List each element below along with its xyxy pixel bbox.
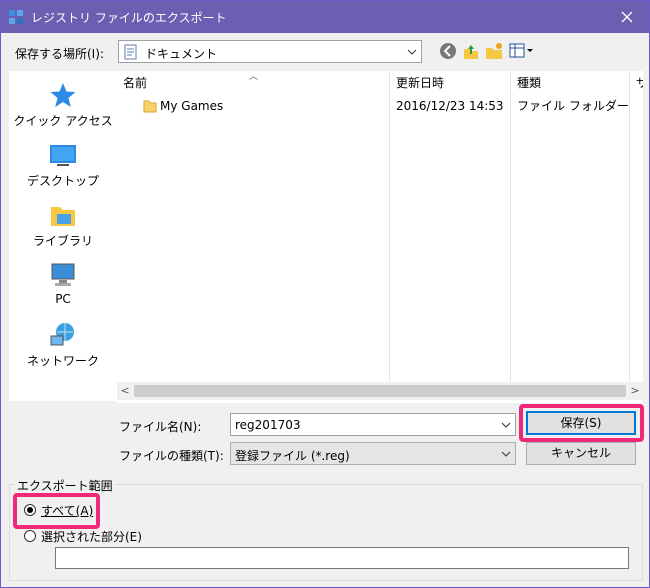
column-divider <box>629 71 630 385</box>
filename-label: ファイル名(N): <box>119 420 202 434</box>
place-quick-access[interactable]: クイック アクセス <box>9 81 117 129</box>
scrollbar-thumb[interactable] <box>134 385 626 397</box>
column-label: 種類 <box>517 76 542 90</box>
column-header-type[interactable]: 種類 <box>511 71 629 95</box>
place-desktop[interactable]: デスクトップ <box>9 141 117 189</box>
back-icon[interactable] <box>438 41 458 61</box>
all-highlight <box>13 493 100 529</box>
place-label: クイック アクセス <box>13 114 113 128</box>
regedit-icon <box>9 10 23 24</box>
filetype-value: 登録ファイル (*.reg) <box>235 449 350 463</box>
column-header-date[interactable]: 更新日時 <box>390 71 510 95</box>
filetype-dropdown[interactable]: 登録ファイル (*.reg) <box>230 442 516 465</box>
view-menu-icon[interactable] <box>508 41 534 61</box>
scroll-right-icon[interactable]: > <box>627 384 643 397</box>
filetype-label: ファイルの種類(T): <box>119 449 224 463</box>
location-label: 保存する場所(I): <box>15 47 104 61</box>
selected-branch-input[interactable] <box>55 547 629 569</box>
column-header-name[interactable]: 名前 <box>117 71 389 95</box>
column-header-size[interactable]: サ <box>630 71 643 95</box>
column-divider <box>510 71 511 385</box>
title-bar: レジストリ ファイルのエクスポート <box>1 1 649 33</box>
cancel-button[interactable]: キャンセル <box>526 442 636 465</box>
close-button[interactable] <box>605 1 649 33</box>
place-library[interactable]: ライブラリ <box>9 201 117 249</box>
star-icon <box>50 83 76 107</box>
export-dialog: レジストリ ファイルのエクスポート 保存する場所(I): ドキュメント クイック… <box>0 0 650 588</box>
save-highlight <box>519 404 644 442</box>
desktop-icon <box>50 145 76 166</box>
pc-icon <box>51 263 75 286</box>
place-label: ネットワーク <box>26 354 99 368</box>
place-pc[interactable]: PC <box>9 261 117 306</box>
chevron-down-icon <box>501 451 511 457</box>
network-icon <box>50 323 74 346</box>
up-folder-icon[interactable] <box>461 41 481 61</box>
window-title: レジストリ ファイルのエクスポート <box>31 11 227 25</box>
radio-selected-label[interactable]: 選択された部分(E) <box>41 528 142 545</box>
column-label: 更新日時 <box>396 76 445 90</box>
column-label: サ <box>636 76 643 90</box>
document-folder-icon <box>124 44 137 60</box>
column-label: 名前 <box>123 76 148 90</box>
scroll-left-icon[interactable]: < <box>117 384 133 397</box>
place-label: デスクトップ <box>26 174 99 188</box>
place-label: PC <box>55 292 71 306</box>
filename-value: reg201703 <box>235 418 301 432</box>
radio-selected[interactable] <box>24 530 36 542</box>
new-folder-icon[interactable] <box>484 41 504 61</box>
location-dropdown[interactable]: ドキュメント <box>118 40 422 63</box>
place-network[interactable]: ネットワーク <box>9 321 117 369</box>
chevron-down-icon <box>501 422 511 428</box>
file-row[interactable]: My Games 2016/12/23 14:53 ファイル フォルダー <box>117 95 643 117</box>
file-date: 2016/12/23 14:53 <box>396 99 504 113</box>
file-list: ︿ 名前 更新日時 種類 サ My Games 2016/12/23 14:53… <box>117 71 643 403</box>
file-type: ファイル フォルダー <box>517 99 629 113</box>
horizontal-scrollbar[interactable]: < > <box>117 382 643 400</box>
place-label: ライブラリ <box>32 234 93 248</box>
column-divider <box>389 71 390 385</box>
export-range-title: エクスポート範囲 <box>15 477 115 494</box>
library-icon <box>51 207 75 226</box>
places-bar: クイック アクセス デスクトップ ライブラリ PC ネットワーク <box>9 71 117 401</box>
filename-input[interactable]: reg201703 <box>230 413 516 436</box>
chevron-down-icon <box>407 49 417 55</box>
location-value: ドキュメント <box>145 47 218 61</box>
close-icon <box>621 11 633 23</box>
folder-icon <box>143 100 157 113</box>
cancel-label: キャンセル <box>550 446 611 460</box>
file-name: My Games <box>160 99 224 113</box>
